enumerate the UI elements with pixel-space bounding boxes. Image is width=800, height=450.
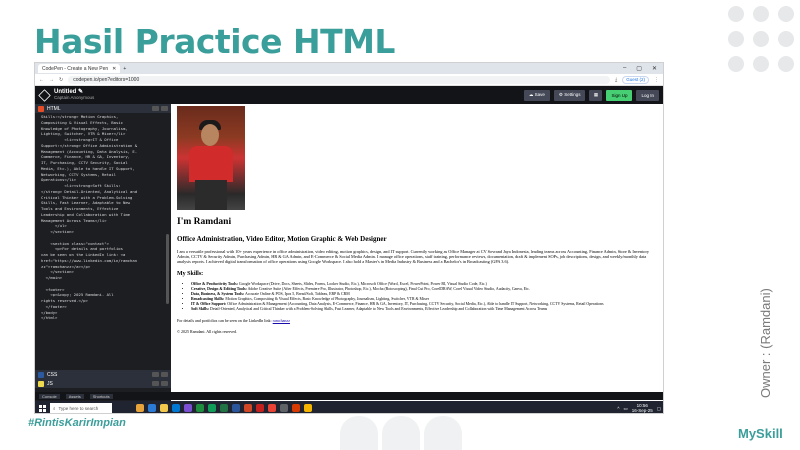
signup-button[interactable]: Sign Up [606, 89, 633, 101]
slide-title: Hasil Practice HTML [34, 22, 395, 61]
taskbar-app-icon[interactable] [244, 404, 252, 412]
login-button[interactable]: Log In [636, 89, 659, 101]
taskbar-app-icon[interactable] [268, 404, 276, 412]
skills-list: Office & Productivity Tools: Google Work… [177, 282, 659, 313]
close-window-button[interactable]: ✕ [652, 65, 657, 72]
download-icon[interactable]: ⤓ [615, 77, 617, 83]
save-button[interactable]: ☁ Save [523, 89, 550, 101]
address-bar: ← → ↻ codepen.io/pen?editors=1000 ⤓ Gues… [35, 74, 663, 86]
editor-scrollbar[interactable] [166, 234, 169, 304]
pen-author: Captain Anonymous [54, 95, 95, 100]
taskbar-app-icon[interactable] [172, 404, 180, 412]
css-editor-label: CSS [47, 371, 58, 378]
profile-photo [177, 106, 245, 210]
decorative-arch [382, 416, 420, 450]
skills-heading: My Skills: [177, 270, 204, 277]
list-item: Soft Skills: Detail-Oriented, Analytical… [191, 307, 659, 312]
taskbar-app-icon[interactable] [148, 404, 156, 412]
notification-icon[interactable]: ▢ [657, 406, 661, 411]
profile-button[interactable]: Guest (2) [622, 75, 649, 84]
taskbar-app-icon[interactable] [292, 404, 300, 412]
windows-taskbar: ⌕ Type here to search ^ ▭ 10:56 16-Sep-2… [35, 401, 663, 413]
browser-tabbar: CodePen - Create a New Pen ✕ + – ▢ ✕ [35, 63, 663, 74]
taskbar-app-icon[interactable] [232, 404, 240, 412]
decorative-arch [340, 416, 378, 450]
layout-button[interactable]: ▦ [589, 89, 603, 101]
css-editor-header[interactable]: CSS [35, 370, 171, 379]
new-tab-button[interactable]: + [123, 66, 126, 72]
footer-copyright: © 2025 Ramdani. All rights reserved. [177, 329, 238, 335]
code-editor-panel: HTML Skills:</strong> Motion Graphics, C… [35, 104, 171, 404]
chevron-down-icon[interactable] [161, 372, 168, 377]
settings-icon[interactable] [152, 381, 159, 386]
assets-button[interactable]: Assets [65, 393, 84, 399]
owner-label: Owner : (Ramdani) [758, 288, 773, 398]
taskbar-app-icon[interactable] [160, 404, 168, 412]
chevron-down-icon[interactable] [161, 381, 168, 386]
back-icon[interactable]: ← [39, 77, 44, 83]
brand-logo: MySkill [738, 426, 783, 441]
windows-start-icon[interactable] [39, 404, 46, 412]
js-editor-header[interactable]: JS [35, 379, 171, 388]
tab-title: CodePen - Create a New Pen [42, 65, 109, 72]
codepen-logo-icon[interactable] [38, 88, 51, 102]
taskbar-app-icon[interactable] [208, 404, 216, 412]
settings-button[interactable]: ⚙ Settings [553, 89, 586, 101]
network-icon[interactable]: ▭ [623, 406, 627, 411]
browser-tab[interactable]: CodePen - Create a New Pen ✕ [38, 64, 121, 73]
hashtag-label: #RintisKarirImpian [28, 417, 126, 429]
taskbar-app-icon[interactable] [280, 404, 288, 412]
taskbar-app-icon[interactable] [184, 404, 192, 412]
chevron-up-icon[interactable]: ^ [617, 406, 619, 411]
console-button[interactable]: Console [39, 393, 60, 399]
close-icon[interactable]: ✕ [112, 66, 116, 72]
taskbar-app-icon[interactable] [136, 404, 144, 412]
html-editor-header[interactable]: HTML [35, 104, 171, 113]
contact-text: For details and portfolios can be seen o… [177, 318, 290, 324]
clock-date[interactable]: 16-Sep-25 [632, 408, 653, 413]
taskbar-app-icon[interactable] [304, 404, 312, 412]
html-editor-label: HTML [47, 105, 61, 112]
slide: Hasil Practice HTML Owner : (Ramdani) #R… [0, 0, 800, 450]
codepen-header: Untitled ✎ Captain Anonymous ☁ Save ⚙ Se… [35, 86, 663, 104]
html-icon [38, 105, 44, 112]
settings-icon[interactable] [152, 372, 159, 377]
codepen-statusbar: Console Assets Shortcuts [35, 392, 663, 400]
decorative-arch [424, 416, 462, 450]
system-tray: ^ ▭ 10:56 16-Sep-25 ▢ [617, 403, 661, 413]
preview-pane: I'm Ramdani Office Administration, Video… [171, 104, 663, 392]
css-icon [38, 371, 44, 378]
taskbar-app-icon[interactable] [220, 404, 228, 412]
linkedin-link[interactable]: ramchanzz [273, 318, 290, 323]
decorative-dots [728, 6, 794, 72]
forward-icon[interactable]: → [49, 77, 54, 83]
taskbar-search-input[interactable]: ⌕ Type here to search [50, 403, 112, 413]
browser-window: CodePen - Create a New Pen ✕ + – ▢ ✕ ← →… [34, 62, 664, 414]
preview-role-heading: Office Administration, Video Editor, Mot… [177, 235, 387, 243]
preview-name-heading: I'm Ramdani [177, 217, 232, 227]
maximize-button[interactable]: ▢ [636, 65, 642, 72]
search-icon: ⌕ [53, 405, 56, 411]
js-editor-label: JS [47, 380, 53, 387]
html-code[interactable]: Skills:</strong> Motion Graphics, Compos… [35, 113, 171, 360]
shortcuts-button[interactable]: Shortcuts [89, 393, 113, 399]
chevron-down-icon[interactable] [161, 106, 168, 111]
reload-icon[interactable]: ↻ [59, 77, 63, 83]
minimize-button[interactable]: – [623, 65, 626, 72]
url-field[interactable]: codepen.io/pen?editors=1000 [68, 75, 611, 84]
taskbar-apps [136, 404, 312, 412]
settings-icon[interactable] [152, 106, 159, 111]
menu-icon[interactable]: ⋮ [654, 77, 659, 83]
codepen-body: HTML Skills:</strong> Motion Graphics, C… [35, 104, 663, 404]
taskbar-app-icon[interactable] [256, 404, 264, 412]
js-icon [38, 380, 44, 387]
taskbar-app-icon[interactable] [196, 404, 204, 412]
preview-intro: I am a versatile professional with 10+ y… [177, 249, 650, 265]
